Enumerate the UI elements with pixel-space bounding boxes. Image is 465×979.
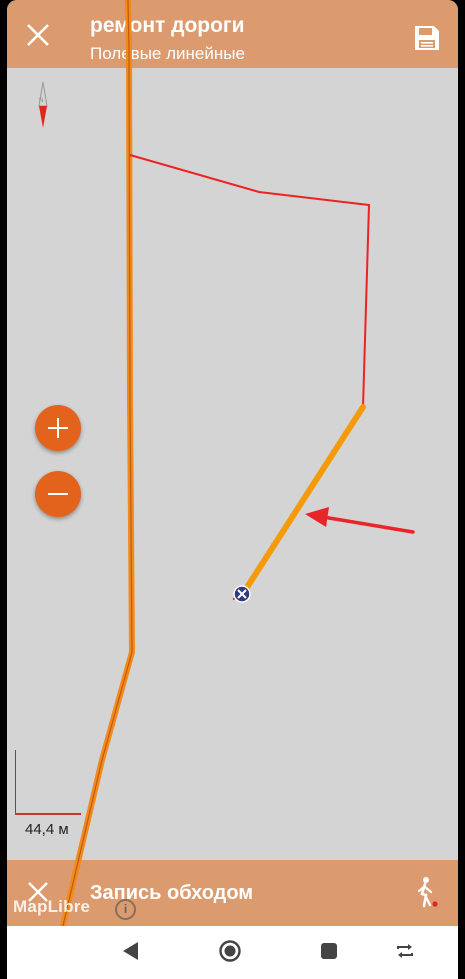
home-icon[interactable] (218, 939, 242, 963)
rotate-icon[interactable] (394, 940, 416, 962)
svg-text:N: N (39, 98, 43, 104)
recording-label: Запись обходом (90, 882, 254, 904)
map-scale-bar (15, 750, 81, 815)
walk-icon[interactable] (413, 876, 439, 908)
page-subtitle: Полевые линейные (90, 44, 245, 63)
compass-icon[interactable]: N (34, 80, 52, 132)
zoom-out-icon (48, 493, 68, 495)
save-icon[interactable] (413, 24, 441, 52)
top-app-bar: ремонт дороги Полевые линейные (7, 0, 458, 68)
maplibre-attribution: MapLibre (13, 897, 91, 916)
map-view[interactable] (7, 68, 458, 860)
close-icon[interactable] (25, 22, 51, 48)
zoom-out-button[interactable] (35, 471, 81, 517)
system-navigation-bar (7, 926, 458, 979)
zoom-in-button[interactable] (35, 405, 81, 451)
back-icon[interactable] (120, 940, 140, 962)
app-screen: ремонт дороги Полевые линейные N 44,4 м (7, 0, 458, 979)
map-scale-label: 44,4 м (25, 821, 69, 838)
page-title: ремонт дороги (90, 14, 245, 37)
recents-icon[interactable] (320, 942, 338, 960)
info-icon[interactable]: i (115, 899, 136, 920)
